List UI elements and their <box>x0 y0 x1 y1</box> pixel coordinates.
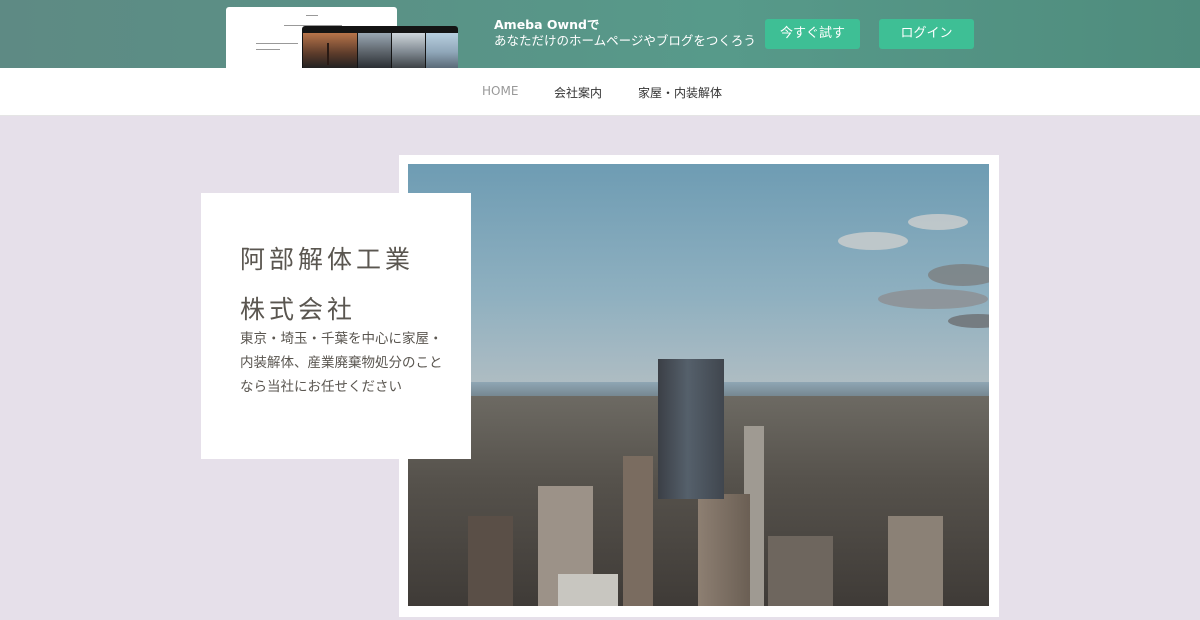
site-title-line-1: 阿部解体工業 <box>240 245 415 274</box>
hero-city-photo <box>408 164 989 606</box>
site-title: 阿部解体工業 株式会社 <box>240 235 440 335</box>
promo-preview-image <box>226 7 458 68</box>
promo-line-2: あなただけのホームページやブログをつくろう <box>494 33 756 48</box>
try-now-button[interactable]: 今すぐ試す <box>765 19 860 49</box>
nav-item-demolition[interactable]: 家屋・内装解体 <box>638 84 722 101</box>
site-description: 東京・埼玉・千葉を中心に家屋・内装解体、産業廃棄物処分のことなら当社にお任せくだ… <box>240 331 443 395</box>
hero-title-card: 阿部解体工業 株式会社 東京・埼玉・千葉を中心に家屋・内装解体、産業廃棄物処分の… <box>201 193 471 459</box>
promo-line-1: Ameba Owndで <box>494 17 600 32</box>
nav-item-company[interactable]: 会社案内 <box>554 84 602 101</box>
login-button[interactable]: ログイン <box>879 19 974 49</box>
promo-banner: Ameba Owndで あなただけのホームページやブログをつくろう 今すぐ試す … <box>0 0 1200 68</box>
nav-item-home[interactable]: HOME <box>482 84 518 98</box>
hero-image-frame <box>399 155 999 617</box>
preview-gallery-thumbnail <box>302 26 458 68</box>
main-nav: HOME 会社案内 家屋・内装解体 <box>0 68 1200 116</box>
promo-text: Ameba Owndで あなただけのホームページやブログをつくろう <box>494 17 756 49</box>
